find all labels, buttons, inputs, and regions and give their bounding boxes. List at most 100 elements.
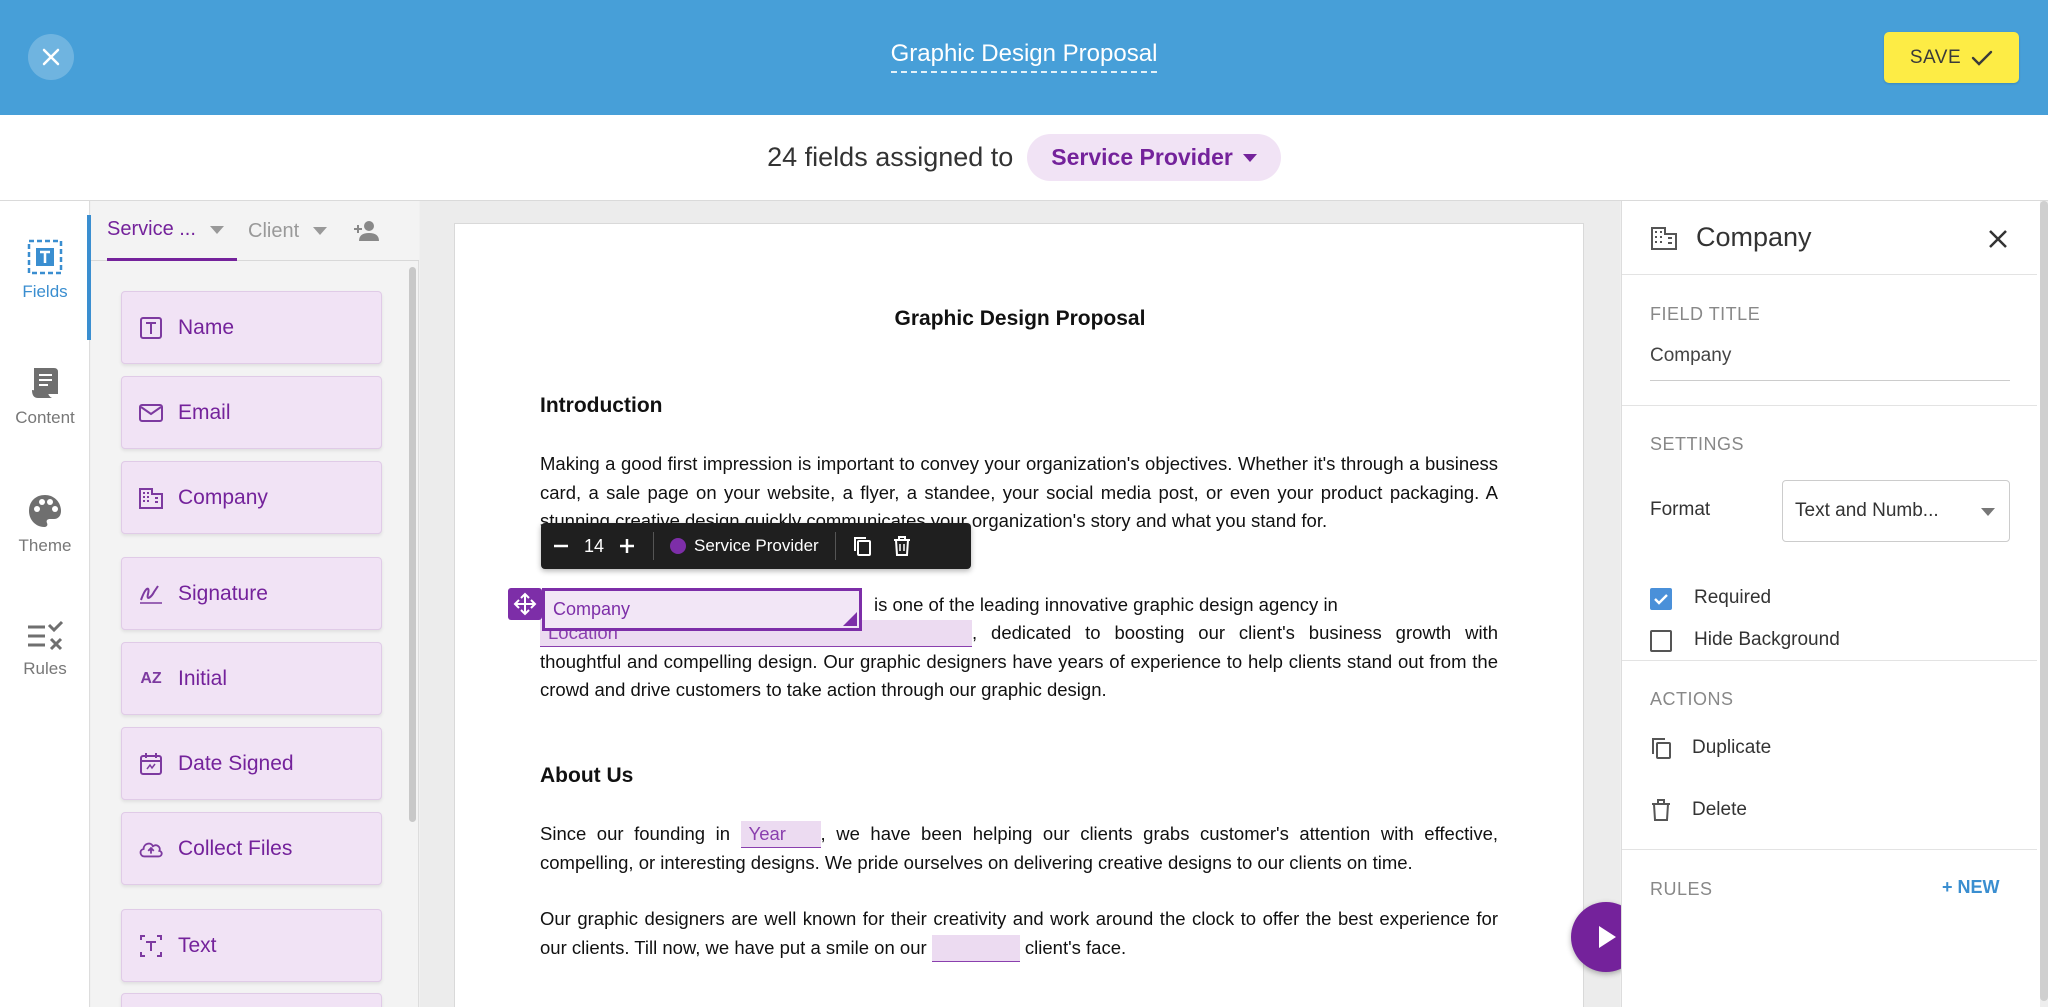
caret-down-icon (1242, 153, 1257, 162)
format-select[interactable]: Text and Numb... (1782, 480, 2010, 542)
field-toolbar: 14 Service Provider (541, 523, 971, 569)
trash-icon (1652, 799, 1670, 821)
tab-label: Client (248, 219, 300, 242)
close-panel-button[interactable] (1982, 223, 2014, 255)
field-role-selector[interactable]: Service Provider (660, 536, 829, 556)
role-tabs: Service ... Client (91, 201, 419, 261)
save-button[interactable]: SAVE (1884, 32, 2019, 83)
assign-bar: 24 fields assigned to Service Provider (0, 115, 2048, 201)
decrease-font-button[interactable] (541, 523, 581, 569)
panel-header: Company (1622, 201, 2037, 275)
palette-field-text[interactable]: Text (121, 909, 382, 982)
year-field[interactable]: Year (740, 821, 821, 848)
play-icon (1599, 926, 1616, 948)
duplicate-action[interactable]: Duplicate (1650, 736, 1771, 760)
tab-client[interactable]: Client (248, 201, 338, 261)
company-field-selected[interactable]: Company (542, 588, 862, 631)
caret-down-icon (209, 225, 224, 234)
document-title[interactable]: Graphic Design Proposal (890, 40, 1158, 73)
field-label: Signature (178, 581, 268, 605)
role-color-dot (670, 538, 686, 554)
doc-paragraph: Location, dedicated to boosting our clie… (540, 619, 1498, 705)
palette-field-email[interactable]: Email (121, 376, 382, 449)
rail-item-rules[interactable]: Rules (0, 594, 90, 704)
rules-icon (28, 620, 64, 651)
rail-label: Fields (22, 282, 68, 301)
rail-item-theme[interactable]: Theme (0, 469, 90, 579)
fields-icon (27, 239, 63, 275)
rail-item-content[interactable]: Content (0, 341, 90, 451)
text-box-icon (138, 315, 164, 341)
hide-background-checkbox[interactable] (1650, 630, 1672, 652)
field-title-input[interactable]: Company (1650, 339, 2010, 381)
field-label: Text (178, 933, 217, 957)
rail-item-fields[interactable]: Fields (0, 215, 91, 340)
increase-font-button[interactable] (607, 523, 647, 569)
move-icon (513, 592, 537, 616)
tab-label: Service ... (107, 218, 196, 240)
move-field-handle[interactable] (508, 588, 542, 620)
resize-handle[interactable] (843, 612, 857, 626)
signature-icon (138, 581, 164, 607)
palette-field-name[interactable]: Name (121, 291, 382, 364)
duplicate-field-button[interactable] (842, 523, 882, 569)
palette-icon (29, 495, 61, 527)
rail-label: Theme (18, 536, 72, 555)
minus-icon (554, 544, 568, 548)
doc-paragraph: Our graphic designers are well known for… (540, 905, 1498, 962)
role-dropdown[interactable]: Service Provider (1027, 134, 1281, 181)
add-signer-button[interactable] (353, 219, 381, 243)
palette-field-company[interactable]: Company (121, 461, 382, 534)
close-icon (1989, 230, 2007, 248)
required-label: Required (1694, 587, 1772, 608)
text-field-icon (138, 933, 164, 959)
content-icon (32, 368, 58, 398)
doc-text: is one of the leading innovative graphic… (874, 594, 1338, 615)
palette-field-date-signed[interactable]: Date Signed (121, 727, 382, 800)
check-icon (1971, 50, 1993, 66)
palette-field-initial[interactable]: AZ Initial (121, 642, 382, 715)
doc-heading-introduction: Introduction (540, 394, 663, 417)
save-label: SAVE (1909, 46, 1962, 68)
palette-scrollbar[interactable] (409, 267, 416, 822)
format-value: Text and Numb... (1795, 500, 1939, 521)
hide-background-label: Hide Background (1694, 629, 1840, 650)
rail-label: Content (15, 408, 75, 427)
palette-field-signature[interactable]: Signature (121, 557, 382, 630)
assigned-count-text: 24 fields assigned to (767, 142, 1014, 172)
doc-heading-about-us: About Us (540, 764, 634, 787)
cloud-upload-icon (138, 836, 164, 862)
divider (1622, 849, 2037, 850)
panel-scrollbar[interactable] (2040, 201, 2048, 1001)
palette-field-partial[interactable] (121, 993, 382, 1007)
duplicate-label: Duplicate (1692, 737, 1772, 758)
left-rail: Fields Content Theme Rules (0, 201, 91, 1007)
delete-field-button[interactable] (882, 523, 922, 569)
doc-title: Graphic Design Proposal (894, 307, 1146, 330)
field-label: Initial (178, 666, 228, 690)
toolbar-divider (834, 532, 836, 560)
building-icon (138, 485, 164, 511)
initial-icon: AZ (140, 669, 162, 687)
tab-service-provider[interactable]: Service ... (107, 201, 237, 261)
settings-label: SETTINGS (1650, 434, 1745, 454)
format-label: Format (1650, 499, 1711, 520)
role-label: Service Provider (1051, 144, 1233, 170)
field-label: Date Signed (178, 751, 294, 775)
top-bar: Graphic Design Proposal SAVE (0, 0, 2048, 115)
rules-label: RULES (1650, 879, 1713, 899)
required-checkbox[interactable] (1650, 588, 1672, 610)
new-rule-link[interactable]: + NEW (1942, 877, 2000, 898)
field-title-label: FIELD TITLE (1650, 304, 1761, 324)
field-label: Collect Files (178, 836, 293, 860)
envelope-icon (138, 400, 164, 426)
font-size-value: 14 (583, 535, 605, 556)
field-label: Company (178, 485, 268, 509)
delete-action[interactable]: Delete (1650, 798, 1747, 822)
toolbar-divider (653, 532, 654, 560)
selected-field-label: Company (553, 599, 631, 619)
palette-field-collect-files[interactable]: Collect Files (121, 812, 382, 885)
caret-down-icon (1981, 508, 1995, 516)
blank-field[interactable] (931, 934, 1020, 962)
doc-paragraph: Since our founding in Year, we have been… (540, 820, 1498, 877)
